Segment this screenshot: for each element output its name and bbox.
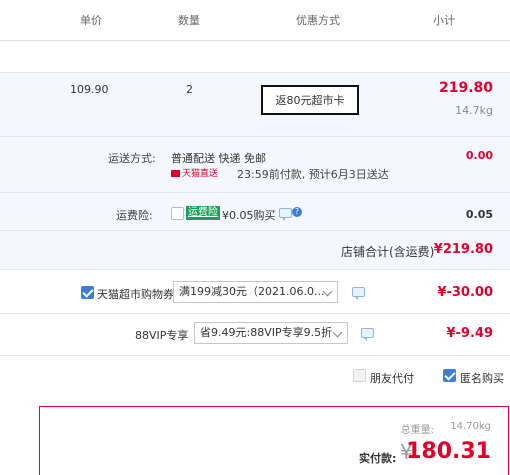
header-subtotal: 小计 <box>433 14 455 27</box>
shipping-price: 0.00 <box>465 149 493 162</box>
item-unit-price: 109.90 <box>70 83 109 96</box>
item-quantity: 2 <box>186 83 193 96</box>
tmall-logo-icon <box>171 170 180 177</box>
tmall-direct-label: 天猫直送 <box>182 169 219 179</box>
coupon-value: ¥-30.00 <box>437 285 493 300</box>
insurance-price: 0.05 <box>465 208 493 221</box>
insurance-badge: 运费险 <box>186 206 220 220</box>
pay-label: 实付款: <box>359 452 397 465</box>
coupon-select-value: 满199减30元（2021.06.0... <box>179 285 325 298</box>
header-discount: 优惠方式 <box>296 14 340 27</box>
coupon-checkbox[interactable] <box>81 286 94 299</box>
divider <box>0 192 510 193</box>
item-row: 109.90 2 返80元超市卡 219.80 14.7kg <box>0 73 510 136</box>
chat-icon[interactable] <box>361 328 374 341</box>
shipping-method: 普通配送 快递 免邮 <box>171 152 266 165</box>
total-weight-label: 总重量: <box>400 425 434 436</box>
header-quantity: 数量 <box>178 14 200 27</box>
insurance-label: 运费险: <box>116 209 153 222</box>
vip-select-value: 省9.49元:88VIP专享9.5折 <box>200 326 333 339</box>
shipping-section: 运送方式: 普通配送 快递 免邮 天猫直送 23:59前付款, 预计6月3日送达… <box>0 137 510 230</box>
vip-label: 88VIP专享 <box>135 329 189 342</box>
discount-tag[interactable]: 返80元超市卡 <box>261 85 359 115</box>
vip-value: ¥-9.49 <box>446 326 493 341</box>
item-weight: 14.7kg <box>455 104 493 117</box>
anonymous-checkbox[interactable] <box>443 369 456 382</box>
pay-for-friend-checkbox[interactable] <box>353 369 366 382</box>
pay-for-friend-label: 朋友代付 <box>370 372 414 385</box>
store-total-label: 店铺合计(含运费) <box>341 245 435 259</box>
coupon-select[interactable]: 满199减30元（2021.06.0... <box>173 281 338 303</box>
discount-tag-label: 返80元超市卡 <box>275 94 345 107</box>
shipping-label: 运送方式: <box>108 152 156 165</box>
tmall-direct-badge: 天猫直送 <box>171 166 218 179</box>
header-unit-price: 单价 <box>80 14 102 27</box>
payment-summary: 总重量: 14.70kg 实付款: ¥ 180.31 <box>39 406 509 475</box>
vip-select[interactable]: 省9.49元:88VIP专享9.5折 <box>194 322 348 344</box>
store-total-row: 店铺合计(含运费) ¥219.80 <box>0 231 510 269</box>
coupon-label: 天猫超市购物券 <box>97 288 174 301</box>
chat-icon[interactable] <box>279 208 292 221</box>
anonymous-label: 匿名购买 <box>460 372 504 385</box>
shipping-note: 23:59前付款, 预计6月3日送达 <box>237 168 389 181</box>
total-weight-value: 14.70kg <box>450 421 491 432</box>
divider <box>0 355 510 356</box>
column-header: 单价 数量 优惠方式 小计 <box>0 0 510 41</box>
insurance-desc: ¥0.05购买 <box>222 209 276 222</box>
pay-amount: 180.31 <box>406 439 491 464</box>
store-total-value: ¥219.80 <box>433 242 493 257</box>
help-icon[interactable]: ? <box>292 207 302 217</box>
divider <box>0 269 510 270</box>
item-subtotal: 219.80 <box>438 80 493 96</box>
chevron-down-icon <box>332 327 343 338</box>
chat-icon[interactable] <box>352 287 365 300</box>
divider <box>0 313 510 314</box>
insurance-checkbox[interactable] <box>171 207 184 220</box>
